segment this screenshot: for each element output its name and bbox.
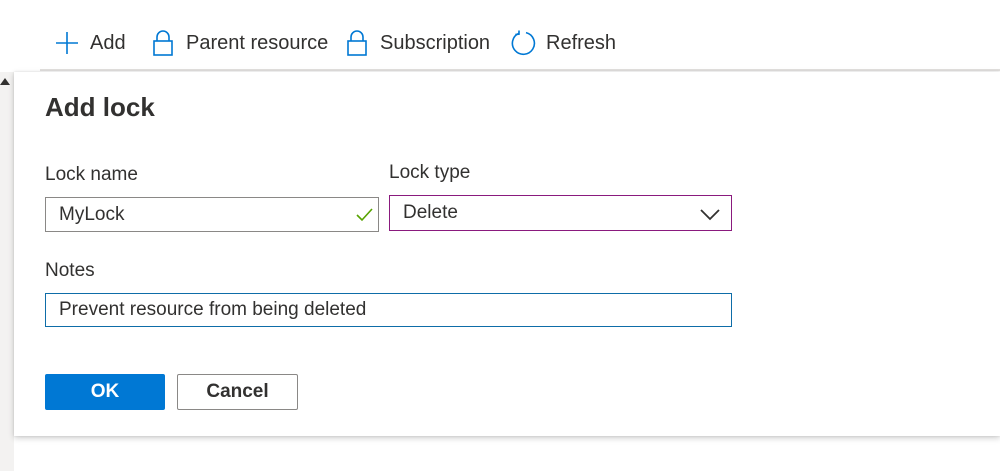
subscription-label: Subscription: [380, 31, 491, 54]
notes-label: Notes: [45, 260, 95, 281]
scroll-up-arrow-icon[interactable]: [0, 78, 10, 85]
add-button-label: Add: [90, 31, 126, 54]
lock-icon: [150, 30, 176, 56]
cancel-button[interactable]: Cancel: [177, 374, 298, 410]
lock-type-selected-value: Delete: [403, 202, 458, 223]
subscription-button[interactable]: Subscription: [344, 25, 490, 61]
lock-name-input[interactable]: MyLock: [45, 197, 379, 232]
add-lock-panel: Add lock Lock name MyLock Lock type Dele…: [14, 72, 1000, 436]
scroll-track[interactable]: [0, 72, 14, 471]
refresh-button[interactable]: Refresh: [510, 25, 616, 61]
lock-name-label: Lock name: [45, 164, 138, 185]
parent-resource-label: Parent resource: [186, 31, 329, 54]
refresh-label: Refresh: [546, 31, 617, 54]
ok-button[interactable]: OK: [45, 374, 165, 410]
panel-title: Add lock: [45, 92, 155, 122]
chevron-down-icon: [700, 209, 720, 221]
command-bar: Add Parent resource Subscription Refresh: [0, 0, 1000, 70]
lock-type-label: Lock type: [389, 162, 471, 183]
parent-resource-button[interactable]: Parent resource: [150, 25, 328, 61]
plus-icon: [54, 30, 80, 56]
azure-locks-page: Add Parent resource Subscription Refresh…: [0, 0, 1000, 471]
refresh-icon: [510, 30, 536, 56]
lock-type-dropdown[interactable]: Delete: [389, 195, 732, 231]
command-bar-divider: [40, 69, 1000, 71]
checkmark-icon: [356, 208, 373, 222]
notes-input[interactable]: Prevent resource from being deleted: [45, 293, 732, 327]
lock-icon: [344, 30, 370, 56]
add-button[interactable]: Add: [54, 25, 126, 61]
